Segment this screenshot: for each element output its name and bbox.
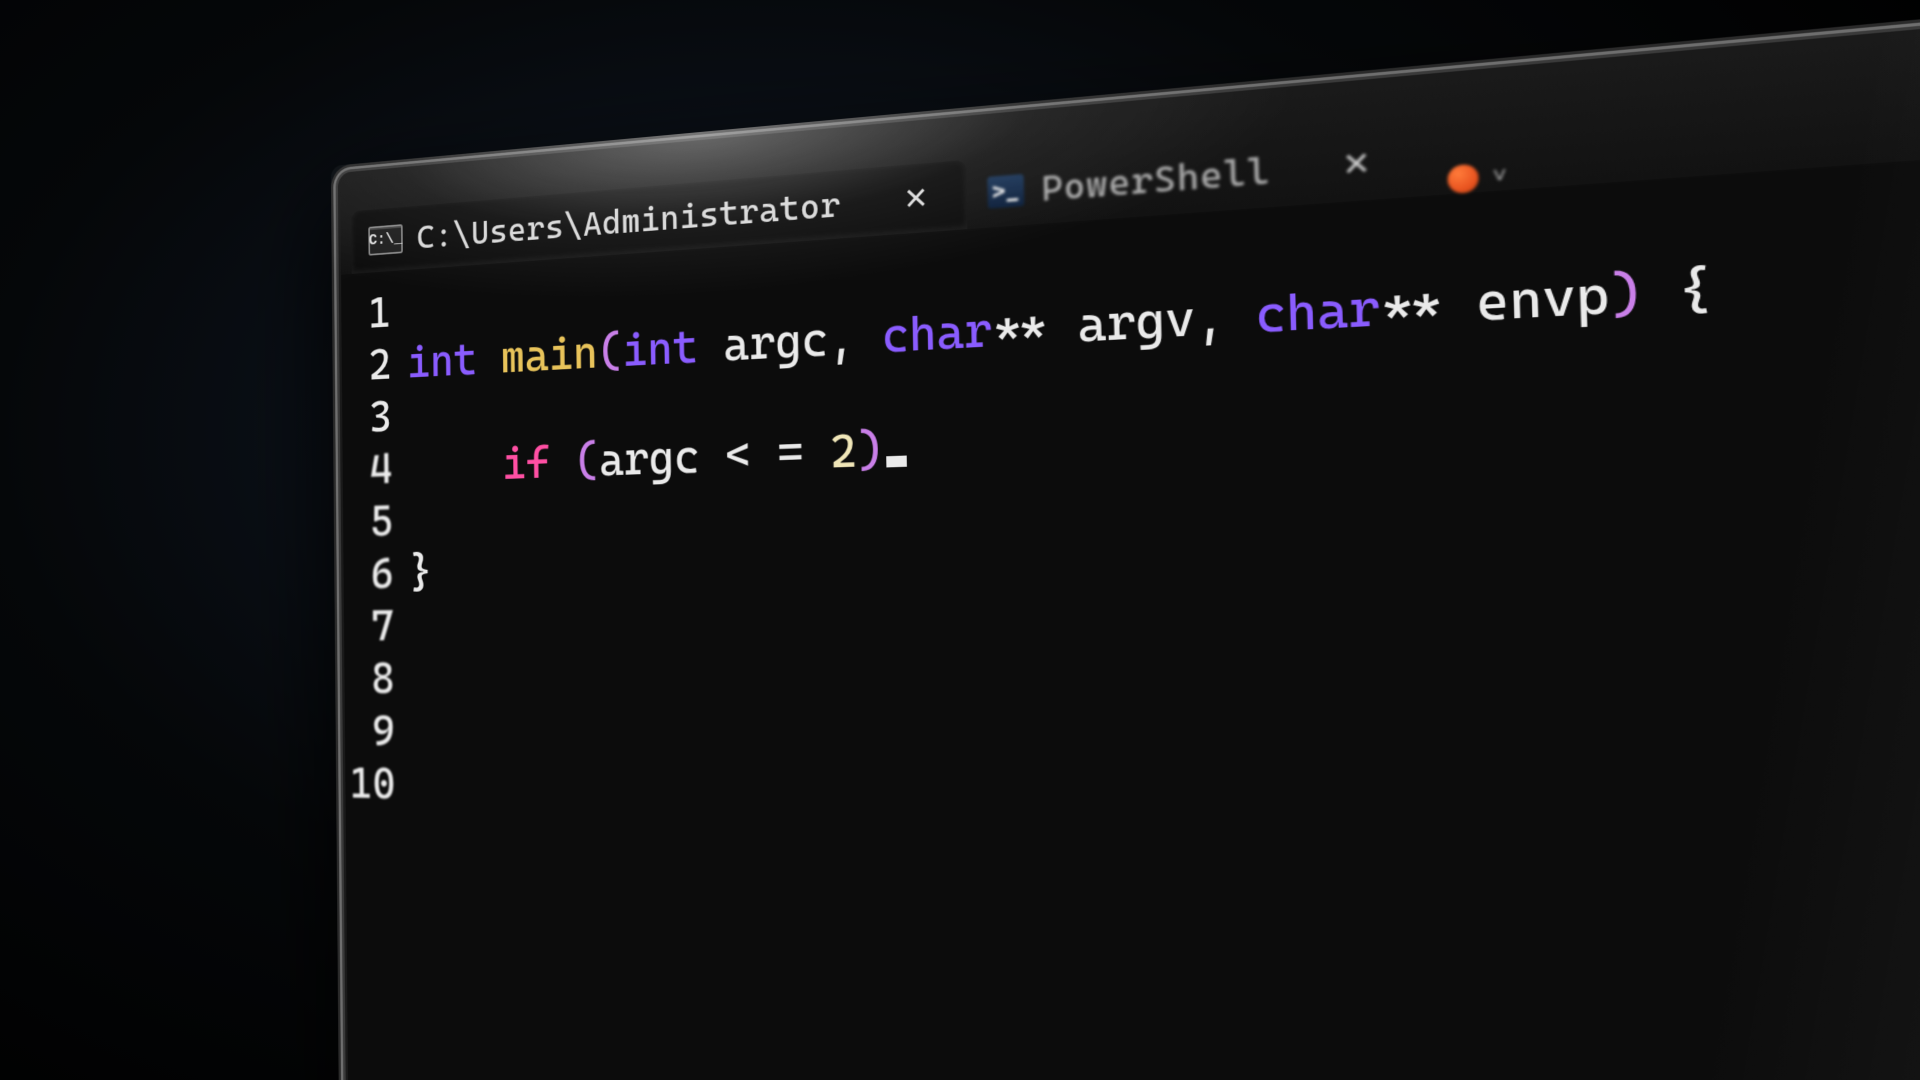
identifier-argc: argc (723, 313, 829, 372)
operator-eq: = (777, 426, 804, 480)
line-number: 5 (346, 495, 393, 548)
code-content[interactable]: int main(int argc, char** argv, char** e… (406, 194, 1731, 842)
keyword-char: char (881, 303, 992, 363)
close-icon[interactable]: ✕ (1331, 139, 1382, 189)
whitespace (697, 319, 723, 373)
identifier-argc: argc (599, 431, 700, 487)
code-line-1: int main(int argc, char** argv, char** e… (407, 258, 1714, 389)
paren-close: ) (856, 423, 884, 478)
number-literal: 2 (830, 424, 858, 479)
line-number: 4 (346, 443, 393, 497)
stars: ** (992, 298, 1079, 358)
line-number: 8 (347, 652, 394, 705)
whitespace (751, 427, 778, 481)
function-main: main (500, 327, 598, 383)
stars: ** (1379, 274, 1477, 338)
keyword-int: int (407, 334, 478, 388)
brace-close: } (409, 547, 433, 598)
comma: , (828, 310, 883, 367)
code-line-2: if (argc < = 2) (408, 387, 1718, 495)
brace-open: { (1677, 259, 1714, 322)
line-number: 10 (348, 757, 395, 811)
paren-open: ( (574, 435, 599, 487)
comma: , (1194, 287, 1256, 347)
whitespace (1642, 261, 1678, 324)
ubuntu-icon[interactable] (1447, 164, 1479, 195)
line-number: 2 (345, 338, 392, 392)
paren-close: ) (1608, 263, 1644, 325)
line-number: 9 (348, 705, 395, 758)
whitespace (550, 436, 575, 488)
keyword-int: int (622, 321, 698, 377)
terminal-window: C:\_ C:\Users\Administrator ✕ >_ PowerSh… (340, 0, 1920, 1080)
scene: C:\_ C:\Users\Administrator ✕ >_ PowerSh… (0, 0, 1920, 1080)
line-number: 3 (345, 390, 392, 444)
cmd-icon: C:\_ (368, 224, 403, 256)
text-cursor (886, 456, 907, 468)
tab-powershell-title: PowerShell (1041, 149, 1271, 209)
keyword-if: if (502, 437, 551, 490)
keyword-char: char (1255, 279, 1381, 344)
identifier-argv: argv (1077, 291, 1196, 354)
powershell-icon: >_ (987, 174, 1024, 209)
code-line-3: } (409, 516, 1723, 599)
indent (408, 439, 502, 493)
line-number: 6 (346, 547, 393, 600)
line-number: 7 (347, 600, 394, 653)
line-number: 1 (344, 286, 391, 341)
whitespace (699, 429, 725, 482)
line-gutter: 1 2 3 4 5 6 7 8 9 10 (344, 285, 411, 811)
operator-lt: < (725, 428, 752, 482)
identifier-envp: envp (1475, 265, 1610, 332)
close-icon[interactable]: ✕ (894, 175, 939, 221)
whitespace (803, 425, 830, 479)
paren-open: ( (597, 325, 622, 378)
chevron-down-icon[interactable]: ˅ (1492, 163, 1508, 191)
whitespace (477, 333, 501, 385)
